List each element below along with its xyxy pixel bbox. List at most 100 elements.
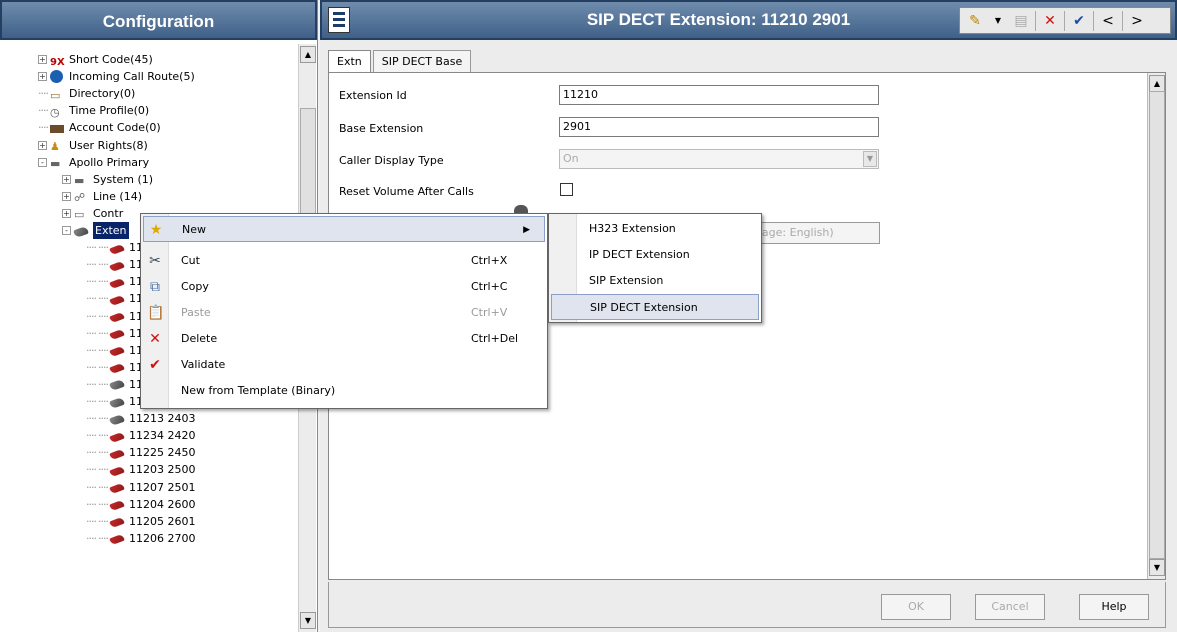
submenu-item-h323-extension[interactable]: H323 Extension [551,216,759,242]
tree-connector: ···· [38,87,49,101]
clock-icon: ◷ [50,105,60,119]
tree-item-label: Apollo Primary [69,155,150,169]
tree-item-label: 11205 2601 [129,514,196,528]
collapse-icon[interactable]: - [38,157,47,167]
menu-item-cut[interactable]: ✂ Cut Ctrl+X [143,248,545,274]
scroll-up-icon[interactable]: ▲ [1149,75,1165,92]
tree-item-label: Time Profile(0) [69,104,150,118]
extension-icon [73,224,90,238]
tree-item[interactable]: + ♟ User Rights(8) [38,137,148,154]
paste-icon: 📋 [147,305,165,321]
expand-icon[interactable]: + [38,140,47,150]
delete-icon: ✕ [149,331,161,347]
tree-item[interactable]: ···· ···· 11 [86,290,143,307]
tree-item[interactable]: ···· ···· 11225 2450 [86,444,195,461]
tree-connector: ···· [98,309,109,323]
tree-item[interactable]: ···· ···· 11207 2501 [86,479,195,496]
tab-sip-dect-base[interactable]: SIP DECT Base [372,50,472,72]
tree-item-label: 11225 2450 [129,446,196,460]
form-scrollbar[interactable]: ▲ ▼ [1147,73,1165,579]
tree-connector: ···· [86,377,97,391]
tree-item[interactable]: ···· ···· 11206 2700 [86,530,195,547]
tree-connector: ···· [86,309,97,323]
menu-item-delete[interactable]: ✕ Delete Ctrl+Del [143,326,545,352]
dropdown-arrow-icon[interactable]: ▼ [989,11,1007,31]
tree-item[interactable]: ···· Account Code(0) [38,119,161,136]
red-phone-icon [109,463,126,478]
tree-item[interactable]: +9X Short Code(45) [38,51,153,68]
expand-icon[interactable]: + [62,174,71,184]
red-phone-icon [109,292,126,307]
menu-item-paste[interactable]: 📋 Paste Ctrl+V [143,300,545,326]
cut-icon: ✂ [149,253,161,269]
tree-item[interactable]: ···· ▭ Directory(0) [38,85,135,102]
tree-item[interactable]: + ☍ Line (14) [62,188,142,205]
tree-item[interactable]: - Exten [62,222,129,239]
tree-item[interactable]: + ▭ Contr [62,205,123,222]
incoming-call-icon [50,69,66,84]
red-phone-icon [109,497,126,512]
configuration-header: Configuration [0,0,317,40]
tree-connector: ···· [86,343,97,357]
help-button[interactable]: Help [1079,594,1149,620]
cancel-button[interactable]: Cancel [975,594,1045,620]
accept-icon[interactable]: ✔ [1070,11,1088,31]
ok-button[interactable]: OK [881,594,951,620]
menu-item-new[interactable]: ★ New ▶ [143,216,545,242]
system-icon: ▬ [50,157,61,171]
red-phone-icon [109,258,126,272]
tree-item[interactable]: ···· ◷ Time Profile(0) [38,102,149,119]
chevron-right-icon: ▶ [523,225,530,235]
submenu-item-ip-dect-extension[interactable]: IP DECT Extension [551,242,759,268]
caller-display-type-select[interactable]: On ▼ [559,149,879,169]
tree-item[interactable]: ···· ···· 11 [86,325,143,342]
tree-item-label: Account Code(0) [69,121,161,135]
cancel-icon[interactable]: ✕ [1041,11,1059,31]
user-rights-icon: ♟ [50,140,60,153]
expand-icon[interactable]: + [62,208,71,218]
tree-item[interactable]: ···· ···· 11205 2601 [86,513,195,530]
expand-icon[interactable]: + [38,55,47,64]
tree-item-label: Directory(0) [69,87,136,101]
tree-item[interactable]: ···· ···· 11 [86,342,143,359]
tree-item-label: Incoming Call Route(5) [69,70,195,84]
scroll-down-icon[interactable]: ▼ [300,612,316,629]
menu-item-new-from-template[interactable]: New from Template (Binary) [143,378,545,404]
tree-item[interactable]: + ▬ System (1) [62,171,153,188]
next-icon[interactable]: > [1128,11,1146,31]
tree-connector: ···· [86,241,97,255]
extension-id-field[interactable]: 11210 [559,85,879,105]
tree-item[interactable]: ···· ···· 11 [86,256,143,273]
submenu-item-sip-dect-extension[interactable]: SIP DECT Extension [551,294,759,320]
tree-item[interactable]: + Incoming Call Route(5) [38,68,195,85]
tree-item[interactable]: ···· ···· 11204 2600 [86,496,195,513]
reset-volume-checkbox[interactable] [560,183,573,196]
export-icon[interactable]: ▤ [1012,11,1030,31]
tree-item-label: 11206 2700 [129,531,196,545]
menu-item-copy[interactable]: ⧉ Copy Ctrl+C [143,274,545,300]
tree-item[interactable]: ···· ···· 11 [86,239,143,256]
collapse-icon[interactable]: - [62,226,71,235]
new-icon: ★ [149,222,163,238]
tree-item[interactable]: ···· ···· 11234 2420 [86,427,195,444]
menu-item-validate[interactable]: ✔ Validate [143,352,545,378]
base-extension-field[interactable]: 2901 [559,117,879,137]
tree-item[interactable]: ···· ···· 11 [86,308,143,325]
submenu-item-sip-extension[interactable]: SIP Extension [551,268,759,294]
tree-item[interactable]: ···· ···· 11213 2403 [86,410,195,427]
tree-item[interactable]: ···· ···· 11203 2500 [86,461,195,478]
tree-item[interactable]: - ▬ Apollo Primary [38,154,149,171]
previous-icon[interactable]: < [1099,11,1117,31]
tree-connector: ···· [98,429,109,443]
tree-connector: ···· [98,395,109,408]
expand-icon[interactable]: + [62,191,71,201]
tab-extn[interactable]: Extn [328,50,371,74]
tree-item[interactable]: ···· ···· 11 [86,273,143,290]
scroll-up-icon[interactable]: ▲ [300,46,316,63]
expand-icon[interactable]: + [38,72,47,82]
tree-connector: ···· [98,446,109,460]
chevron-down-icon: ▼ [863,151,877,167]
scroll-down-icon[interactable]: ▼ [1149,559,1165,576]
new-item-icon[interactable]: ✎ [966,11,984,31]
form-scroll-thumb[interactable] [1149,91,1165,559]
